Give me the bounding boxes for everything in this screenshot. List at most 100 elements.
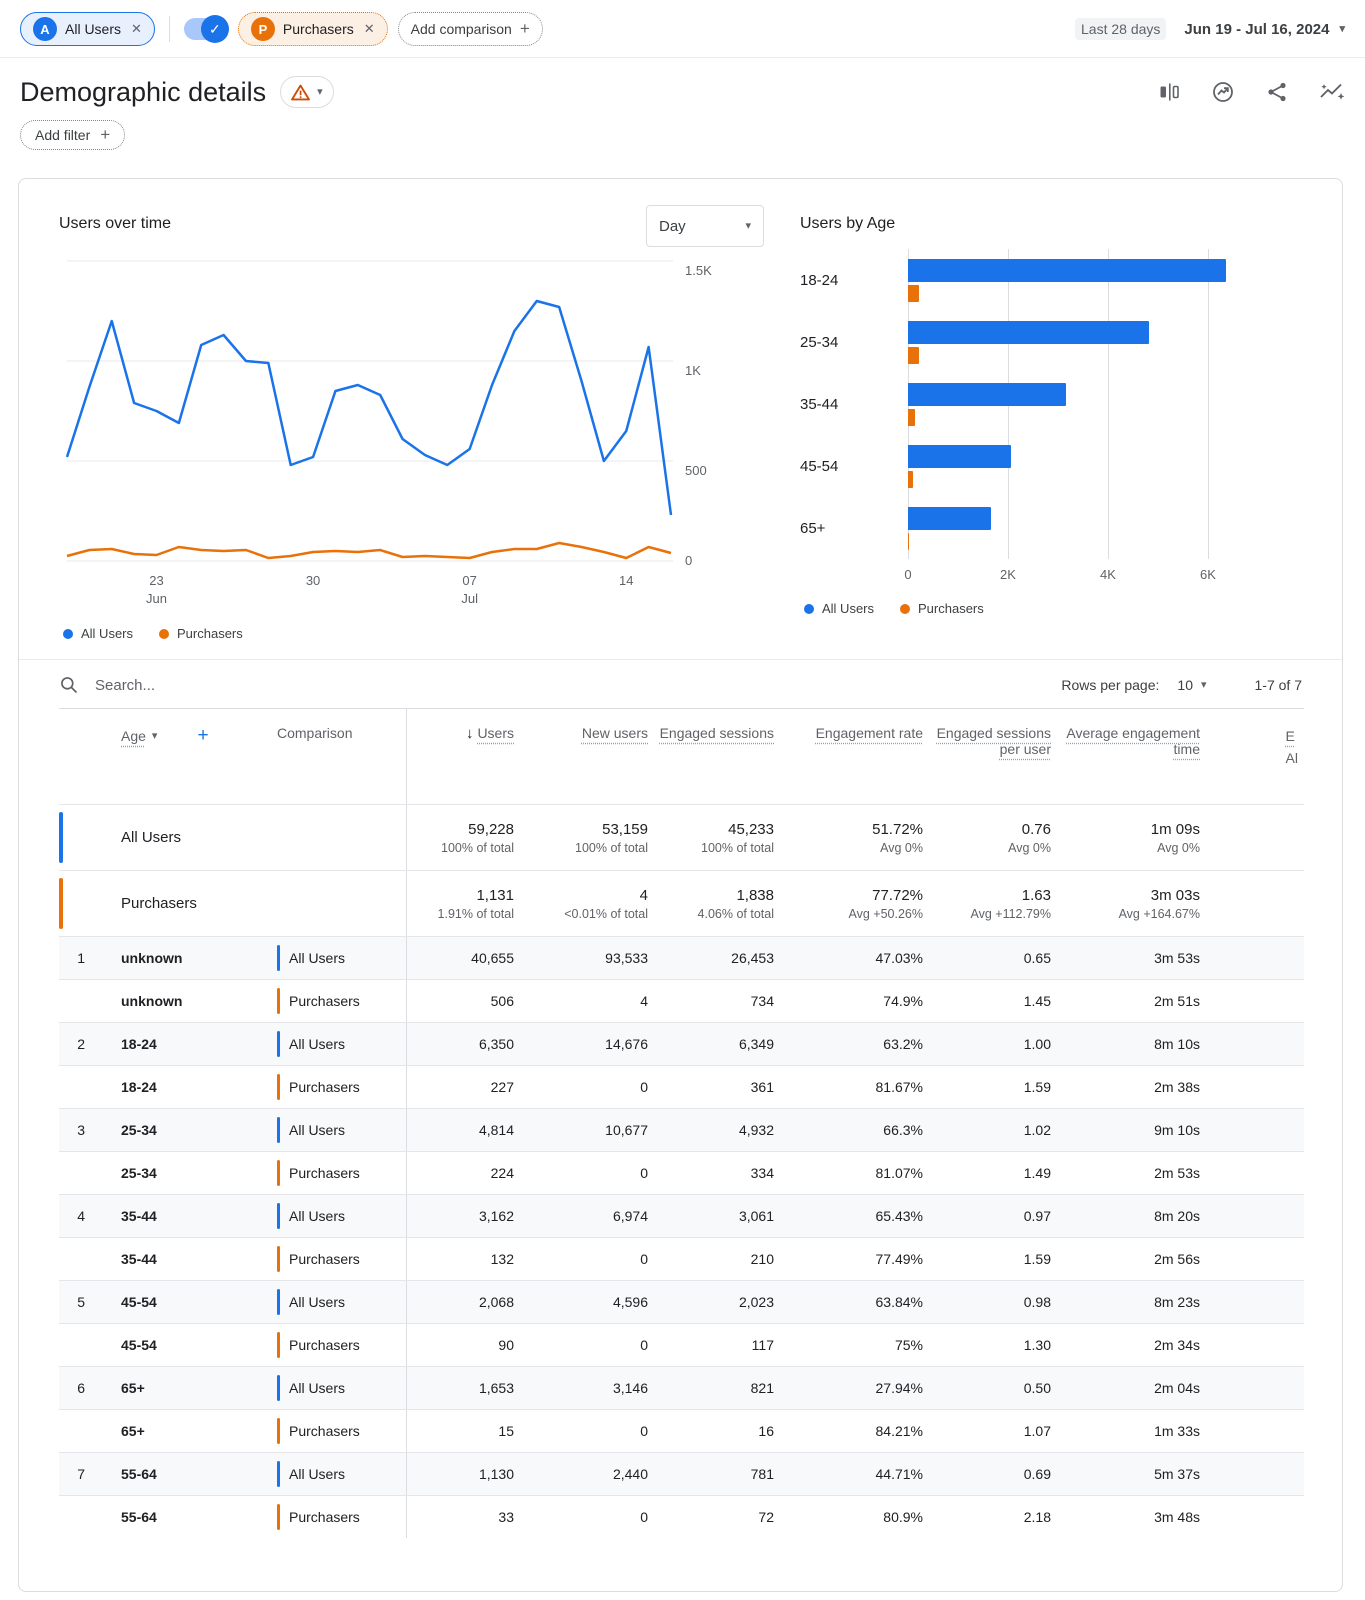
- rows-per-page-select[interactable]: 10 ▾: [1177, 677, 1206, 693]
- comparison-cell: All Users: [257, 1195, 407, 1237]
- summary-metric-cell: 1m 09sAvg 0%: [1051, 821, 1200, 855]
- svg-text:Jun: Jun: [146, 591, 167, 606]
- segment-bar: A All Users ✕ ✓ P Purchasers ✕ Add compa…: [0, 0, 1365, 57]
- comparison-cell: Purchasers: [257, 980, 407, 1022]
- segment-toggle[interactable]: ✓: [184, 18, 226, 40]
- granularity-select[interactable]: Day ▾: [646, 205, 764, 247]
- segment-name: Purchasers: [289, 1423, 360, 1439]
- svg-text:1K: 1K: [685, 363, 701, 378]
- bar-group: [908, 249, 1300, 311]
- table-row: 25-34Purchasers224033481.07%1.492m 53s: [59, 1151, 1304, 1194]
- metric-cell: 0.50: [923, 1380, 1051, 1396]
- report-actions: [1157, 80, 1345, 104]
- metric-cell: 81.67%: [774, 1079, 923, 1095]
- metric-header-label[interactable]: Engagement rate: [816, 725, 923, 741]
- metric-header-label: Al: [1286, 747, 1298, 769]
- metric-header-label[interactable]: Engaged sessions: [660, 725, 774, 741]
- metric-subvalue: 1.91% of total: [407, 907, 514, 921]
- bar-purchasers: [908, 409, 915, 426]
- add-filter-button[interactable]: Add filter +: [20, 120, 125, 150]
- age-value: unknown: [121, 993, 182, 1009]
- segment-chip-all-users[interactable]: A All Users ✕: [20, 12, 155, 46]
- summary-metric-cell: 59,228100% of total: [407, 821, 514, 855]
- metric-subvalue: 100% of total: [407, 841, 514, 855]
- metric-cell: 821: [648, 1380, 774, 1396]
- summary-metric-cell: 77.72%Avg +50.26%: [774, 887, 923, 921]
- close-icon[interactable]: ✕: [129, 21, 142, 37]
- svg-text:23: 23: [149, 573, 163, 588]
- row-index: 6: [59, 1380, 97, 1396]
- bar-category-label: 25-34: [800, 311, 908, 373]
- metric-header-label[interactable]: Engaged sessions per user: [937, 725, 1051, 757]
- metric-cell: 8m 23s: [1051, 1294, 1200, 1310]
- metric-header-label[interactable]: E: [1286, 725, 1298, 747]
- ab-compare-icon[interactable]: [1157, 80, 1181, 104]
- row-index: 3: [59, 1122, 97, 1138]
- segment-name: Purchasers: [289, 1337, 360, 1353]
- metric-cell: 26,453: [648, 950, 774, 966]
- comparison-cell: [257, 805, 407, 870]
- metric-cell: 15: [407, 1423, 514, 1439]
- metric-subvalue: 100% of total: [514, 841, 648, 855]
- age-value: 55-64: [121, 1466, 157, 1482]
- age-cell: 45-54: [97, 1337, 257, 1353]
- table-row: 325-34All Users4,81410,6774,93266.3%1.02…: [59, 1108, 1304, 1151]
- comparison-cell: All Users: [257, 937, 407, 979]
- segment-chip-purchasers[interactable]: P Purchasers ✕: [238, 12, 388, 46]
- table-search-input[interactable]: [95, 677, 1061, 694]
- summary-metric-cell: 4<0.01% of total: [514, 887, 648, 921]
- segment-color-bar: [277, 945, 280, 971]
- metric-value: 1.63: [923, 887, 1051, 904]
- segment-color-bar: [277, 1461, 280, 1487]
- close-icon[interactable]: ✕: [362, 21, 375, 37]
- segment-color-bar: [277, 1203, 280, 1229]
- metric-subvalue: Avg +50.26%: [774, 907, 923, 921]
- segment-name: Purchasers: [289, 1165, 360, 1181]
- age-cell: 18-24: [97, 1079, 257, 1095]
- metric-value: 1m 09s: [1051, 821, 1200, 838]
- metric-cell: 2,023: [648, 1294, 774, 1310]
- segment-color-bar: [277, 1031, 280, 1057]
- legend-dot: [63, 629, 73, 639]
- share-icon[interactable]: [1265, 80, 1289, 104]
- segment-color-bar: [277, 1504, 280, 1530]
- metric-cell: 72: [648, 1509, 774, 1525]
- insights-sparkle-icon[interactable]: [1319, 80, 1345, 104]
- date-range-selector[interactable]: Jun 19 - Jul 16, 2024 ▾: [1184, 21, 1345, 38]
- summary-metric-cell: 1,1311.91% of total: [407, 887, 514, 921]
- metric-header: New users: [514, 709, 648, 741]
- segment-name: Purchasers: [289, 1251, 360, 1267]
- legend-label: All Users: [81, 626, 133, 641]
- table-row: 65+Purchasers1501684.21%1.071m 33s: [59, 1409, 1304, 1452]
- metric-cell: 8m 20s: [1051, 1208, 1200, 1224]
- dimension-header-label[interactable]: Age: [121, 728, 146, 744]
- age-cell: unknown: [97, 993, 257, 1009]
- metric-cell: 63.2%: [774, 1036, 923, 1052]
- legend-label: All Users: [822, 601, 874, 616]
- metric-header-label[interactable]: Average engagement time: [1066, 725, 1200, 757]
- add-comparison-button[interactable]: Add comparison +: [398, 12, 543, 46]
- comparison-cell: All Users: [257, 1453, 407, 1495]
- metric-cell: 47.03%: [774, 950, 923, 966]
- chevron-down-icon[interactable]: ▾: [152, 731, 158, 742]
- table-toolbar: Rows per page: 10 ▾ 1-7 of 7: [59, 660, 1302, 708]
- segment-accent-bar: [59, 812, 63, 863]
- insights-icon[interactable]: [1211, 80, 1235, 104]
- metric-subvalue: Avg +164.67%: [1051, 907, 1200, 921]
- age-cell: 25-34: [97, 1165, 257, 1181]
- metric-cell: 0: [514, 1079, 648, 1095]
- add-dimension-button[interactable]: +: [197, 725, 208, 747]
- comparison-cell: Purchasers: [257, 1152, 407, 1194]
- metric-header-label[interactable]: New users: [582, 725, 648, 741]
- data-quality-button[interactable]: ▾: [280, 76, 334, 108]
- segment-name: All Users: [289, 1208, 345, 1224]
- segment-avatar-a: A: [33, 17, 57, 41]
- metric-header-label[interactable]: Users: [477, 725, 514, 741]
- metric-cell: 6,349: [648, 1036, 774, 1052]
- row-index: 5: [59, 1294, 97, 1310]
- plus-icon: +: [100, 125, 110, 145]
- metric-cell: 734: [648, 993, 774, 1009]
- sort-descending-icon[interactable]: ↓: [466, 725, 474, 742]
- summary-row: All Users59,228100% of total53,159100% o…: [59, 804, 1304, 870]
- segment-chip-label: Purchasers: [283, 21, 354, 37]
